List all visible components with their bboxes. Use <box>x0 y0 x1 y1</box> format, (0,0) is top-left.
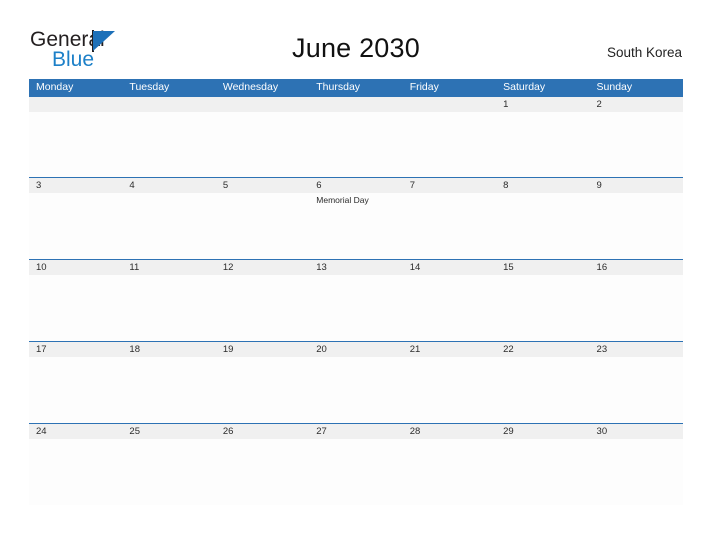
page-header: General Blue June 2030 South Korea <box>0 0 712 78</box>
day-cell[interactable] <box>403 357 496 423</box>
calendar-grid: Monday Tuesday Wednesday Thursday Friday… <box>29 79 683 505</box>
day-cell[interactable] <box>122 193 215 259</box>
day-number[interactable]: 10 <box>29 260 122 275</box>
day-cell[interactable] <box>403 193 496 259</box>
day-number[interactable]: 9 <box>590 178 683 193</box>
day-number[interactable]: 26 <box>216 424 309 439</box>
day-number[interactable] <box>29 97 122 112</box>
day-number[interactable]: 21 <box>403 342 496 357</box>
day-number[interactable]: 18 <box>122 342 215 357</box>
day-cell[interactable] <box>309 275 402 341</box>
day-cell[interactable] <box>496 112 589 177</box>
calendar-week-row: 3 4 5 6 7 8 9 Memorial Day <box>29 177 683 259</box>
day-number[interactable]: 15 <box>496 260 589 275</box>
day-cell[interactable] <box>29 275 122 341</box>
day-number[interactable]: 11 <box>122 260 215 275</box>
day-number[interactable]: 8 <box>496 178 589 193</box>
day-number[interactable] <box>216 97 309 112</box>
day-cell[interactable] <box>496 439 589 505</box>
day-cell[interactable] <box>496 193 589 259</box>
day-number[interactable]: 16 <box>590 260 683 275</box>
day-number[interactable]: 3 <box>29 178 122 193</box>
day-cell[interactable] <box>309 357 402 423</box>
day-cell[interactable] <box>216 357 309 423</box>
weekday-tuesday: Tuesday <box>129 81 170 93</box>
day-number[interactable]: 5 <box>216 178 309 193</box>
week-date-band: 3 4 5 6 7 8 9 <box>29 178 683 193</box>
day-number[interactable]: 13 <box>309 260 402 275</box>
day-cell[interactable] <box>590 357 683 423</box>
day-number[interactable]: 14 <box>403 260 496 275</box>
day-cell[interactable] <box>122 112 215 177</box>
day-number[interactable]: 27 <box>309 424 402 439</box>
page-title: June 2030 <box>292 33 420 63</box>
day-number[interactable]: 19 <box>216 342 309 357</box>
week-event-band <box>29 112 683 177</box>
day-cell[interactable] <box>496 275 589 341</box>
day-number[interactable] <box>122 97 215 112</box>
day-cell[interactable] <box>590 112 683 177</box>
weekday-monday: Monday <box>36 81 74 93</box>
day-cell[interactable] <box>590 439 683 505</box>
week-date-band: 10 11 12 13 14 15 16 <box>29 260 683 275</box>
day-number[interactable]: 20 <box>309 342 402 357</box>
day-cell[interactable] <box>309 112 402 177</box>
day-cell[interactable] <box>216 112 309 177</box>
day-number[interactable]: 23 <box>590 342 683 357</box>
day-number[interactable]: 1 <box>496 97 589 112</box>
week-date-band: 1 2 <box>29 97 683 112</box>
day-number[interactable]: 6 <box>309 178 402 193</box>
day-cell[interactable] <box>309 439 402 505</box>
weekday-saturday: Saturday <box>503 81 546 93</box>
weekday-wednesday: Wednesday <box>222 81 279 93</box>
calendar-week-row: 24 25 26 27 28 29 30 <box>29 423 683 505</box>
calendar-week-row: 1 2 <box>29 96 683 177</box>
day-cell[interactable] <box>216 275 309 341</box>
day-cell[interactable]: Memorial Day <box>309 193 402 259</box>
day-cell[interactable] <box>590 275 683 341</box>
weekday-thursday: Thursday <box>316 81 361 93</box>
day-number[interactable]: 12 <box>216 260 309 275</box>
calendar-week-row: 10 11 12 13 14 15 16 <box>29 259 683 341</box>
week-event-band <box>29 275 683 341</box>
week-date-band: 24 25 26 27 28 29 30 <box>29 424 683 439</box>
day-cell[interactable] <box>403 275 496 341</box>
day-number[interactable]: 17 <box>29 342 122 357</box>
day-cell[interactable] <box>216 439 309 505</box>
day-cell[interactable] <box>122 275 215 341</box>
day-number[interactable]: 4 <box>122 178 215 193</box>
week-event-band <box>29 357 683 423</box>
week-event-band <box>29 439 683 505</box>
week-date-band: 17 18 19 20 21 22 23 <box>29 342 683 357</box>
day-cell[interactable] <box>29 357 122 423</box>
calendar-week-row: 17 18 19 20 21 22 23 <box>29 341 683 423</box>
day-number[interactable]: 24 <box>29 424 122 439</box>
region-label: South Korea <box>606 45 682 60</box>
day-number[interactable]: 2 <box>590 97 683 112</box>
weekday-header-row: Monday Tuesday Wednesday Thursday Friday… <box>29 79 683 96</box>
day-number[interactable]: 22 <box>496 342 589 357</box>
day-cell[interactable] <box>216 193 309 259</box>
day-cell[interactable] <box>29 193 122 259</box>
day-event: Memorial Day <box>316 195 369 205</box>
day-number[interactable]: 25 <box>122 424 215 439</box>
week-event-band: Memorial Day <box>29 193 683 259</box>
day-cell[interactable] <box>29 112 122 177</box>
day-number[interactable]: 30 <box>590 424 683 439</box>
day-cell[interactable] <box>590 193 683 259</box>
weekday-friday: Friday <box>409 81 439 93</box>
weekday-sunday: Sunday <box>596 81 633 93</box>
day-cell[interactable] <box>29 439 122 505</box>
day-cell[interactable] <box>403 439 496 505</box>
day-number[interactable]: 28 <box>403 424 496 439</box>
day-cell[interactable] <box>496 357 589 423</box>
day-cell[interactable] <box>403 112 496 177</box>
day-cell[interactable] <box>122 439 215 505</box>
day-cell[interactable] <box>122 357 215 423</box>
day-number[interactable] <box>403 97 496 112</box>
day-number[interactable]: 7 <box>403 178 496 193</box>
day-number[interactable]: 29 <box>496 424 589 439</box>
day-number[interactable] <box>309 97 402 112</box>
calendar-page: General Blue June 2030 South Korea Monda… <box>0 0 712 550</box>
